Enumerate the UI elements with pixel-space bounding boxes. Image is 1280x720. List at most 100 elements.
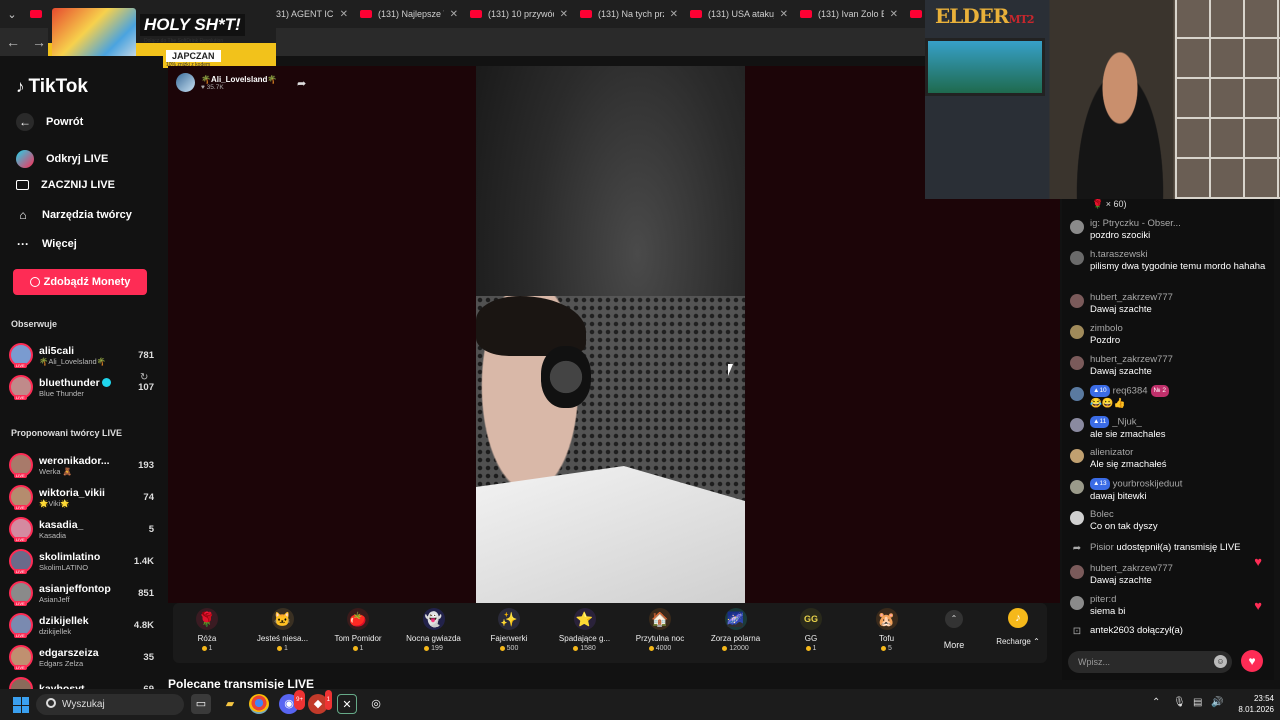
refresh-icon[interactable]: ↻ (140, 372, 148, 383)
gift-item[interactable]: 🌹 Róża 1 (170, 608, 244, 652)
discord-icon[interactable]: ◉ 9+ (279, 690, 305, 714)
gift-name: Nocna gwiazda (406, 634, 461, 643)
network-icon[interactable]: ▤ (1193, 697, 1202, 708)
gift-item[interactable]: ⭐ Spadające g... 1580 (548, 608, 622, 652)
close-tab-icon[interactable]: ✕ (890, 9, 898, 20)
creator-item[interactable]: LIVE bluethunder Blue Thunder 107 (9, 372, 154, 402)
chat-username[interactable]: piter:d (1090, 594, 1268, 606)
chat-avatar[interactable] (1070, 565, 1084, 579)
chat-avatar[interactable] (1070, 220, 1084, 234)
gift-item[interactable]: 🌌 Zorza polarna 12000 (699, 608, 773, 652)
creator-item[interactable]: LIVE weronikador... Werka 🧸 193 (9, 450, 154, 480)
volume-icon[interactable]: 🔊 (1211, 697, 1223, 708)
chrome-icon[interactable] (249, 694, 269, 714)
chat-avatar[interactable] (1070, 480, 1084, 494)
tiktok-coin-icon: ♪ (1008, 608, 1028, 628)
browser-tab[interactable]: (131) Na tych prz ✕ (574, 0, 684, 28)
task-view-icon[interactable]: ▭ (191, 694, 211, 714)
chat-username[interactable]: alienizator (1090, 447, 1268, 459)
creator-item[interactable]: LIVE dzikijellek dzikijellek 4.8K (9, 610, 154, 640)
browser-tab[interactable]: (131) USA atakuje✕ (684, 0, 794, 28)
chat-avatar[interactable] (1070, 356, 1084, 370)
chat-username[interactable]: hubert_zakrzew777 (1090, 354, 1268, 366)
suggested-header: Proponowani twórcy LIVE (11, 428, 123, 438)
close-tab-icon[interactable]: ✕ (340, 9, 348, 20)
chat-avatar[interactable] (1070, 251, 1084, 265)
creator-item[interactable]: LIVE wiktoria_vikii 🌟Viki🌟 74 (9, 482, 154, 512)
chat-avatar[interactable] (1070, 418, 1084, 432)
app-icon[interactable]: ◆ 1 (308, 690, 332, 714)
creator-item[interactable]: LIVE edgarszeiza Edgars Zelza 35 (9, 642, 154, 672)
microphone-icon[interactable]: 🎙 (1173, 697, 1186, 708)
creator-item[interactable]: LIVE asianjeffontop AsianJeff 851 (9, 578, 154, 608)
obs-icon[interactable]: ◎ (366, 694, 386, 714)
chat-avatar[interactable] (1070, 325, 1084, 339)
chat-username[interactable]: zimbolo (1090, 323, 1268, 335)
creator-item[interactable]: LIVEkayhosyt69 (9, 674, 154, 689)
chat-avatar[interactable] (1070, 387, 1084, 401)
viewer-count: 851 (138, 587, 154, 599)
back-arrow-icon[interactable]: ← (0, 34, 26, 50)
tab-search-button[interactable]: ⌄ (0, 0, 24, 28)
taskbar-clock[interactable]: 23:54 8.01.2026 (1228, 693, 1274, 715)
chat-avatar[interactable] (1070, 596, 1084, 610)
creator-item[interactable]: LIVE ali5cali 🌴Ali_Lovelsland🌴 781 (9, 340, 154, 370)
level-badge: ▲11 (1090, 416, 1110, 428)
banner-title: HOLY SH*T! (140, 14, 245, 36)
shelf-background (1175, 0, 1280, 199)
host-info[interactable]: 🌴Ali_Lovelsland🌴 ♥ 35.7K (176, 73, 277, 92)
tray-chevron-icon[interactable]: ⌃ (1152, 697, 1160, 708)
live-video[interactable] (476, 66, 745, 603)
chat-username[interactable]: hubert_zakrzew777 (1090, 292, 1268, 304)
nav-discover-live[interactable]: Odkryj LIVE (16, 150, 108, 168)
chat-username[interactable]: ▲13 yourbroskijeduut (1090, 478, 1268, 491)
nav-more[interactable]: ··· Więcej (16, 237, 77, 251)
browser-tab[interactable]: (131) Najlepsze Ta✕ (354, 0, 464, 28)
file-explorer-icon[interactable]: ▰ (220, 694, 240, 714)
recharge-button[interactable]: ♪ Recharge ⌃ (990, 608, 1046, 646)
close-tab-icon[interactable]: ✕ (670, 9, 678, 20)
chat-username[interactable]: h.taraszewski (1090, 249, 1268, 261)
close-tab-icon[interactable]: ✕ (780, 9, 788, 20)
share-icon[interactable]: ➦ (297, 77, 306, 90)
gift-item[interactable]: 🍅 Tom Pomidor 1 (321, 608, 395, 652)
browser-tab[interactable]: (131) Ivan Zolo By✕ (794, 0, 904, 28)
viewer-count: 35 (143, 651, 154, 663)
excel-icon[interactable]: ✕ (337, 694, 357, 714)
chat-username[interactable]: ig: Ptryczku - Obser... (1090, 218, 1268, 230)
browser-tab[interactable]: (131) 10 przywódc✕ (464, 0, 574, 28)
get-coins-button[interactable]: Zdobądź Monety (13, 269, 147, 295)
back-button[interactable]: ← Powrót (16, 113, 83, 131)
chat-avatar[interactable] (1070, 449, 1084, 463)
chat-avatar[interactable] (1070, 511, 1084, 525)
gift-item[interactable]: ✨ Fajerwerki 500 (472, 608, 546, 652)
tiktok-logo[interactable]: ♪ TikTok (16, 76, 88, 98)
taskbar-search[interactable]: Wyszukaj (36, 694, 184, 715)
emoji-icon[interactable]: ☺ (1214, 655, 1227, 668)
gift-item[interactable]: 👻 Nocna gwiazda 199 (397, 608, 471, 652)
windows-start-icon[interactable] (13, 697, 29, 713)
gift-item[interactable]: 🐱 Jesteś niesa... 1 (246, 608, 320, 652)
level-badge: ▲10 (1090, 385, 1110, 397)
close-tab-icon[interactable]: ✕ (450, 9, 458, 20)
heart-like-button[interactable]: ♥ (1241, 650, 1263, 672)
gift-icon: ⭐ (573, 608, 596, 630)
chat-avatar[interactable] (1070, 294, 1084, 308)
gift-item[interactable]: 🏠 Przytulna noc 4000 (623, 608, 697, 652)
nav-start-live[interactable]: ZACZNIJ LIVE (16, 179, 115, 191)
more-gifts-button[interactable]: ⌃ More (940, 610, 968, 650)
nav-creator-tools[interactable]: ⌂ Narzędzia twórcy (16, 208, 132, 222)
chat-username[interactable]: Bolec (1090, 509, 1268, 521)
close-tab-icon[interactable]: ✕ (560, 9, 568, 20)
viewer-count: 781 (138, 349, 154, 361)
creator-item[interactable]: LIVE skolimlatino SkolimLATINO 1.4K (9, 546, 154, 576)
chat-username[interactable]: hubert_zakrzew777 (1090, 563, 1268, 575)
creator-item[interactable]: LIVE kasadia_ Kasadia 5 (9, 514, 154, 544)
banner-subtitle: Dołącz do The SoftDrink Revolution (144, 38, 224, 44)
chat-input[interactable]: Wpisz... (1068, 651, 1232, 673)
gift-item[interactable]: 🐹 Tofu 5 (850, 608, 924, 652)
gift-item[interactable]: GG GG 1 (774, 608, 848, 652)
host-avatar[interactable] (176, 73, 195, 92)
chat-username[interactable]: ▲10 req6384 № 2 (1090, 385, 1268, 398)
chat-username[interactable]: ▲11 _Njuk_ (1090, 416, 1268, 429)
